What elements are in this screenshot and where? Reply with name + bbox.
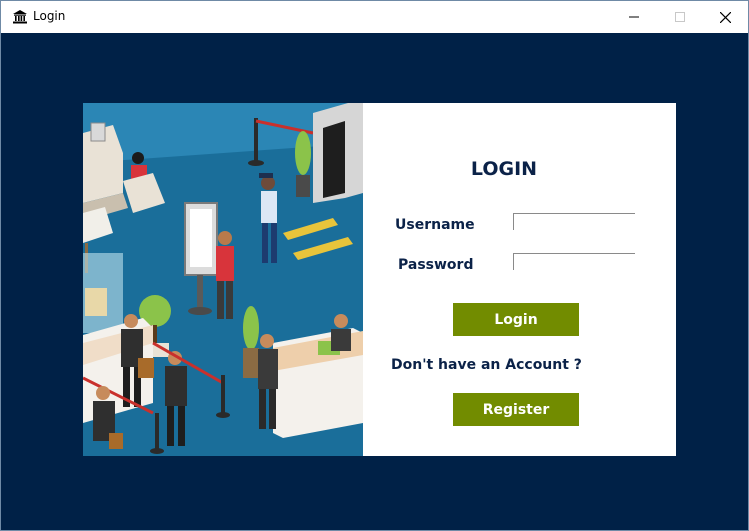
login-heading: LOGIN: [470, 158, 538, 180]
bank-icon: [13, 10, 27, 24]
login-window: Login LOGIN Username Password Login Don'…: [0, 0, 749, 531]
close-button[interactable]: [702, 1, 748, 33]
window-title: Login: [33, 9, 66, 23]
login-form: LOGIN Username Password Login Don't have…: [363, 103, 676, 456]
login-card: LOGIN Username Password Login Don't have…: [83, 103, 676, 456]
minimize-button[interactable]: [611, 1, 657, 33]
password-input[interactable]: [513, 253, 635, 270]
username-label: Username: [395, 217, 475, 233]
login-button[interactable]: Login: [453, 303, 579, 336]
maximize-button[interactable]: [657, 1, 703, 33]
no-account-text: Don't have an Account ?: [391, 357, 582, 373]
office-reception-illustration: [83, 103, 363, 456]
minimize-icon: [629, 16, 639, 18]
register-button[interactable]: Register: [453, 393, 579, 426]
password-label: Password: [398, 257, 474, 273]
client-area: LOGIN Username Password Login Don't have…: [1, 33, 748, 530]
maximize-icon: [675, 12, 685, 22]
title-bar[interactable]: Login: [1, 1, 748, 33]
username-input[interactable]: [513, 213, 635, 230]
close-icon: [719, 11, 731, 23]
illustration-panel: [83, 103, 363, 456]
